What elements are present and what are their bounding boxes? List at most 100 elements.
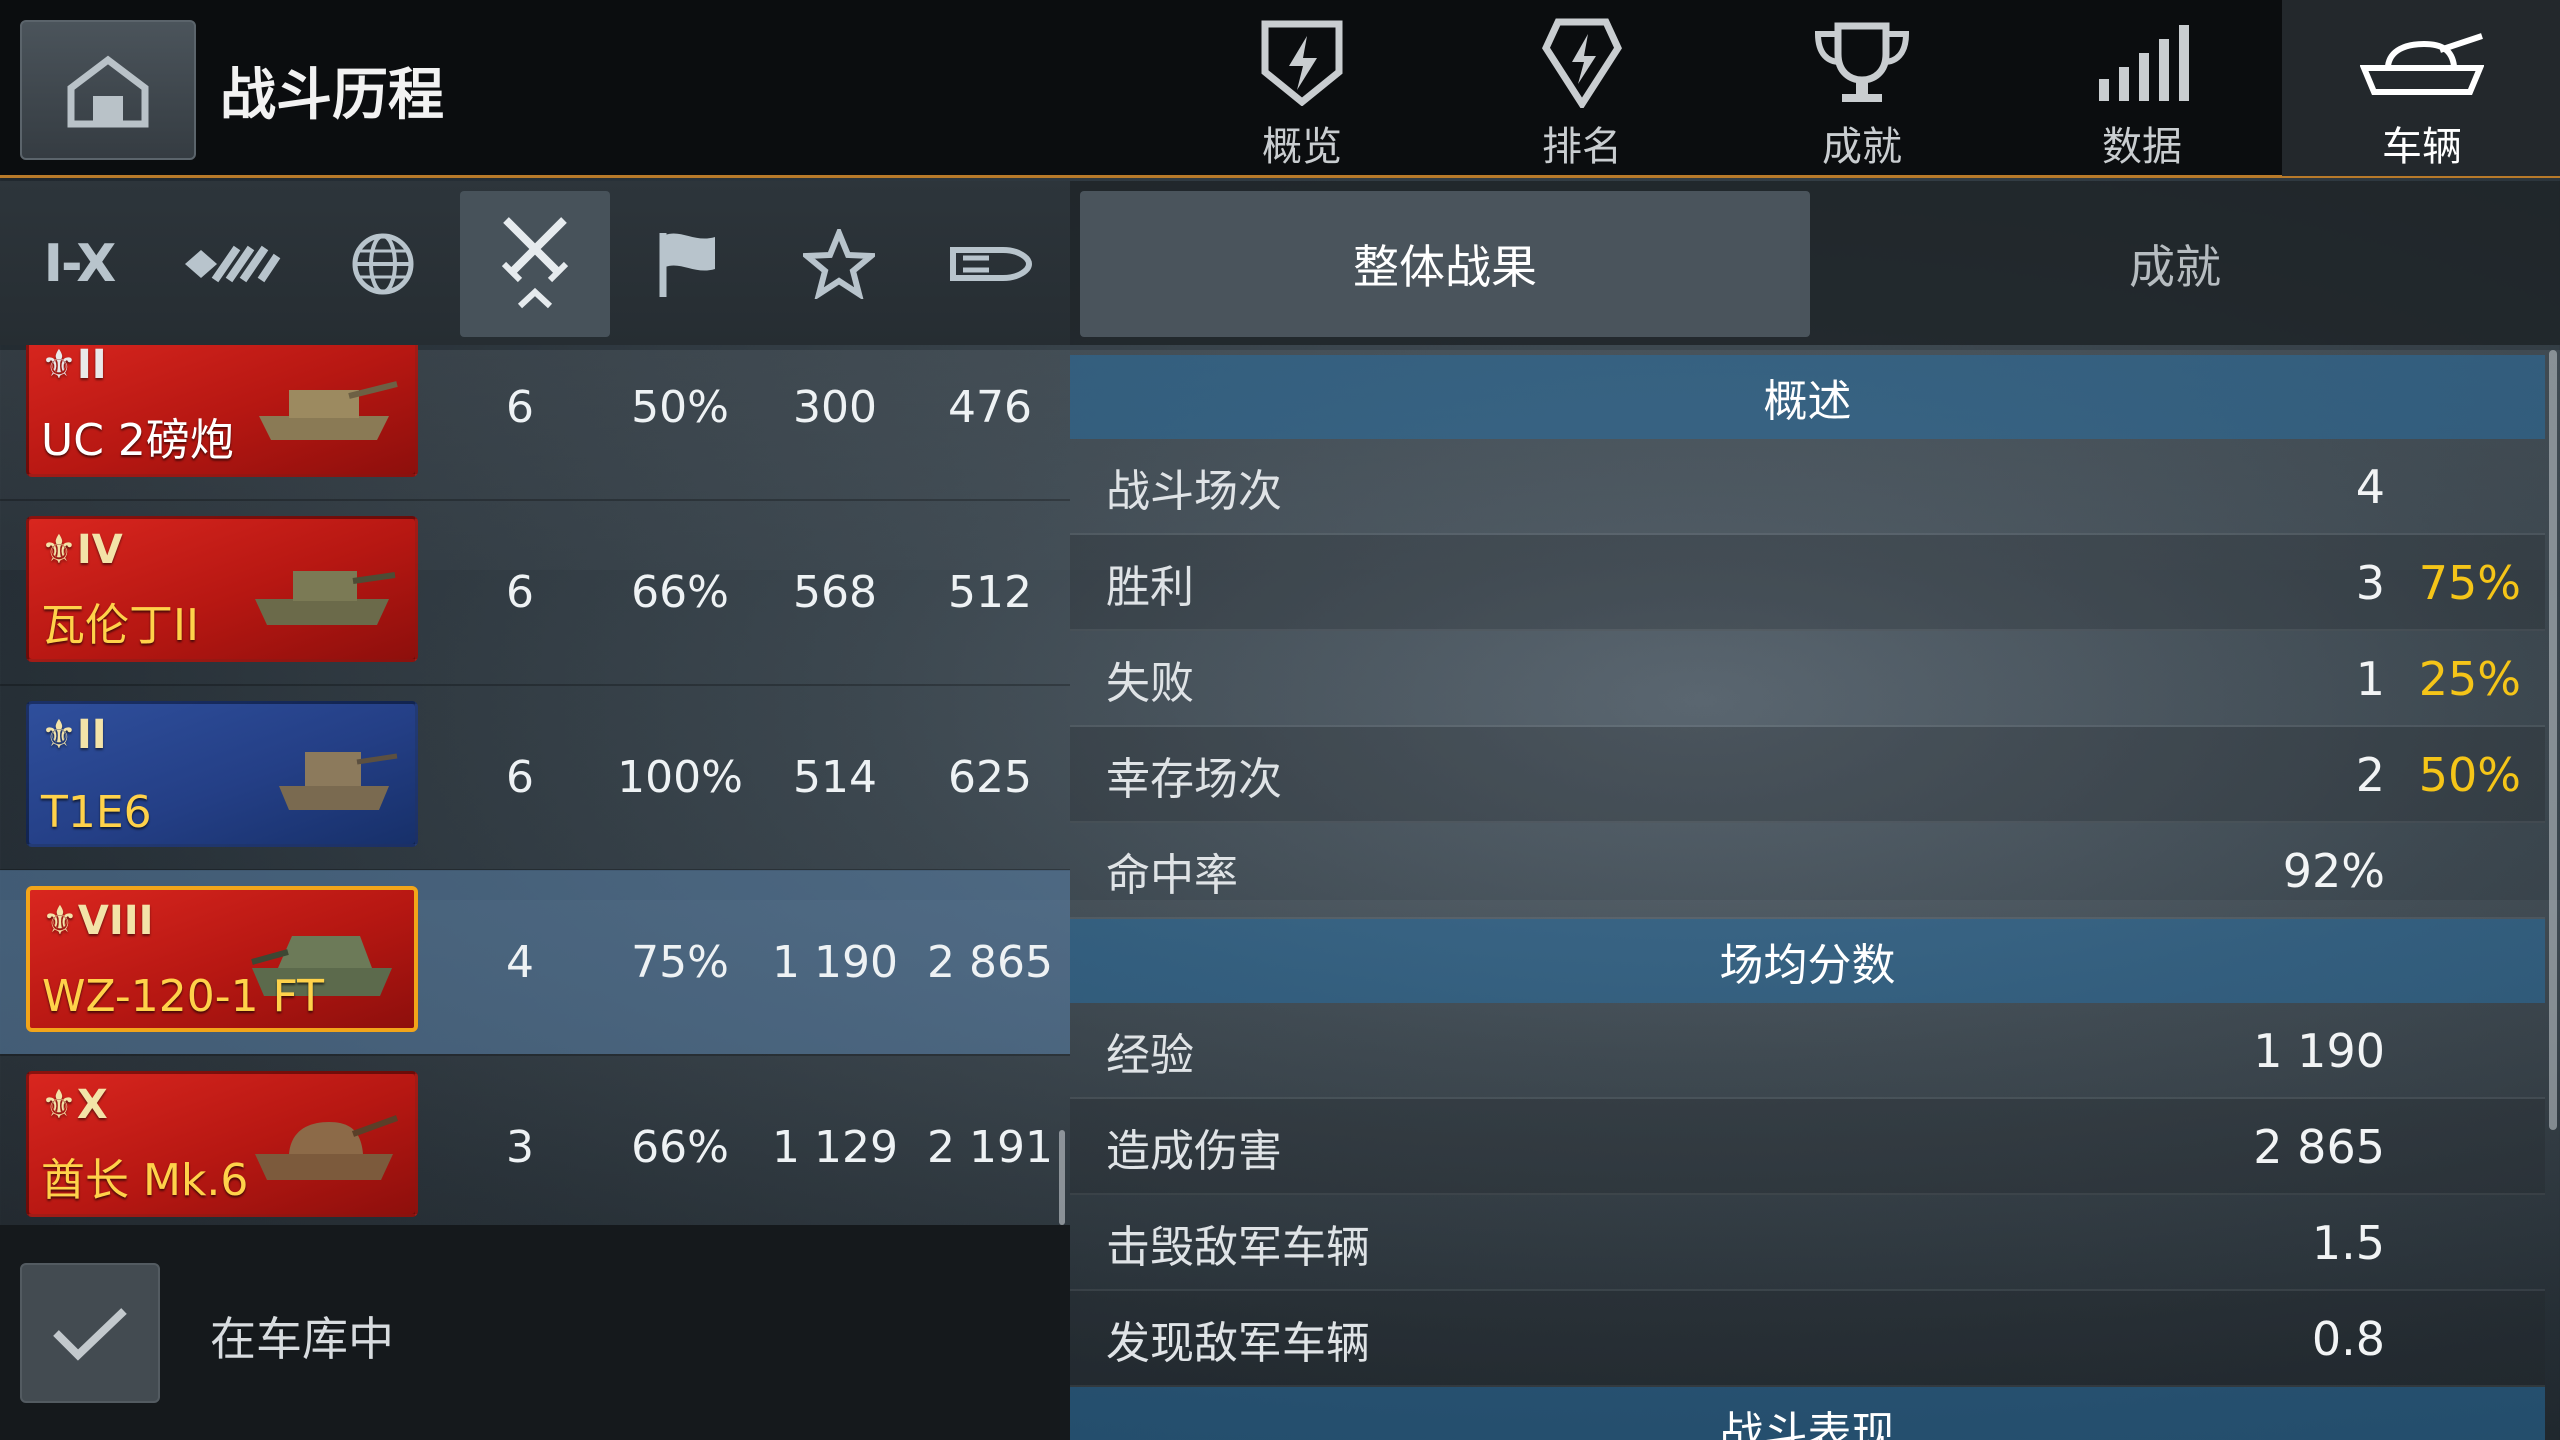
win-rate: 50% [631,381,729,433]
avg-xp: 568 [793,566,877,618]
stat-label: 胜利 [1106,562,1194,613]
nation-filter[interactable] [308,191,458,337]
avg-damage: 2 191 [927,1121,1053,1173]
win-rate: 66% [631,566,729,618]
section-header-average: 场均分数 [1070,919,2545,1003]
avg-damage: 476 [948,381,1032,433]
battles-sort[interactable] [460,191,610,337]
vehicle-card: ⚜II T1E6 [26,701,418,847]
stats-scrollbar[interactable] [2549,350,2557,1130]
vehicle-name: T1E6 [41,787,152,838]
avg-damage: 625 [948,751,1032,803]
star-icon [803,229,875,299]
tank-icon [2360,18,2484,108]
tab-overview[interactable]: 概览 [1162,0,1442,176]
shell-icon [950,247,1033,281]
stat-row: 幸存场次 2 50% [1070,727,2545,823]
checkmark-icon [53,1308,127,1361]
stat-value: 4 [2355,460,2385,514]
tab-vehicles[interactable]: 车辆 [2282,0,2560,176]
vehicle-card: ⚜II UC 2磅炮 [26,345,418,477]
stat-label: 幸存场次 [1106,754,1282,805]
trophy-icon [1810,18,1914,108]
globe-icon [352,233,414,295]
stat-row: 战斗场次 4 [1070,439,2545,535]
win-rate: 75% [631,936,729,988]
avg-xp: 1 190 [772,936,898,988]
top-header: 战斗历程 概览 排名 成就 数据 车辆 [0,0,2560,178]
home-button[interactable] [20,20,196,160]
stat-label: 命中率 [1106,850,1238,901]
vehicle-row[interactable]: ⚜II UC 2磅炮 6 50% 300 476 [0,345,1070,499]
tier-badge: ⚜X [41,1082,108,1128]
vehicle-name: 酋长 Mk.6 [41,1155,249,1206]
shield-bolt-icon [1257,18,1347,108]
vehicle-card: ⚜X 酋长 Mk.6 [26,1071,418,1217]
battles-count: 3 [506,1121,534,1173]
stat-label: 击毁敌军车辆 [1106,1222,1370,1273]
vehicle-name: 瓦伦丁II [41,600,199,651]
tab-overall-results[interactable]: 整体战果 [1080,191,1810,337]
stat-value: 3 [2355,556,2385,610]
tab-ranking[interactable]: 排名 [1442,0,1722,176]
win-rate: 66% [631,1121,729,1173]
avg-damage: 2 865 [927,936,1053,988]
section-header-performance: 战斗表现 [1070,1387,2545,1440]
avg-xp: 514 [793,751,877,803]
vehicle-row-selected[interactable]: ⚜VIII WZ-120-1 FT 4 75% 1 190 2 865 [0,870,1070,1054]
home-icon [67,55,149,128]
tank-image-icon [255,1115,399,1180]
vehicle-name: WZ-120-1 FT [42,971,325,1022]
section-header-overview: 概述 [1070,355,2545,439]
vehicle-card: ⚜VIII WZ-120-1 FT [26,886,418,1032]
tab-achievements[interactable]: 成就 [1722,0,2002,176]
stat-value: 0.8 [2311,1312,2385,1366]
stat-label: 发现敌军车辆 [1106,1318,1370,1369]
page-title: 战斗历程 [220,63,444,128]
vehicle-row[interactable]: ⚜IV 瓦伦丁II 6 66% 568 512 [0,500,1070,684]
avg-xp: 1 129 [772,1121,898,1173]
stat-value: 1.5 [2311,1216,2385,1270]
stat-row: 造成伤害 2 865 [1070,1099,2545,1195]
stat-row: 失败 1 25% [1070,631,2545,727]
result-tabs: 整体战果 成就 [1070,181,2560,345]
tank-image-icon [259,381,398,440]
stat-row: 命中率 92% [1070,823,2545,919]
vehicle-row[interactable]: ⚜X 酋长 Mk.6 3 66% 1 129 2 191 [0,1055,1070,1225]
in-garage-checkbox[interactable] [20,1263,160,1403]
stat-row: 击毁敌军车辆 1.5 [1070,1195,2545,1291]
in-garage-label: 在车库中 [210,1312,394,1366]
stat-percent: 25% [2418,652,2521,706]
vehicle-list: ⚜II UC 2磅炮 6 50% 300 476 ⚜IV 瓦伦丁II 6 66%… [0,345,1070,1225]
stat-row: 经验 1 190 [1070,1003,2545,1099]
stat-row: 发现敌军车辆 0.8 [1070,1291,2545,1387]
garage-filter-bar: 在车库中 [0,1225,1070,1440]
avg-xp: 300 [793,381,877,433]
mastery-sort[interactable] [764,191,914,337]
vehicle-class-filter[interactable] [156,191,306,337]
tank-image-icon [279,752,398,810]
tab-statistics[interactable]: 数据 [2002,0,2282,176]
flag-icon [659,233,715,297]
filter-bar: I-X [0,181,1070,345]
tier-filter-label: I-X [43,234,117,294]
stat-value: 2 [2355,748,2385,802]
victories-sort[interactable] [612,191,762,337]
bar-signal-icon [2095,18,2189,108]
stat-label: 造成伤害 [1106,1126,1282,1177]
crossed-swords-icon [501,217,569,309]
stat-row: 胜利 3 75% [1070,535,2545,631]
avg-damage: 512 [948,566,1032,618]
battles-count: 4 [506,936,534,988]
tier-badge: ⚜VIII [42,898,154,944]
tab-vehicle-achievements[interactable]: 成就 [1810,191,2540,337]
vehicle-row[interactable]: ⚜II T1E6 6 100% 514 625 [0,685,1070,869]
vehicle-list-scrollbar[interactable] [1059,1130,1065,1225]
tier-badge: ⚜II [41,345,107,388]
stats-panel: 概述 战斗场次 4 胜利 3 75% 失败 1 25% 幸存场次 2 50% 命… [1070,345,2560,1440]
damage-sort[interactable] [916,191,1066,337]
battles-count: 6 [506,566,534,618]
stat-percent: 50% [2418,748,2521,802]
battles-count: 6 [506,751,534,803]
tier-filter[interactable]: I-X [4,191,154,337]
